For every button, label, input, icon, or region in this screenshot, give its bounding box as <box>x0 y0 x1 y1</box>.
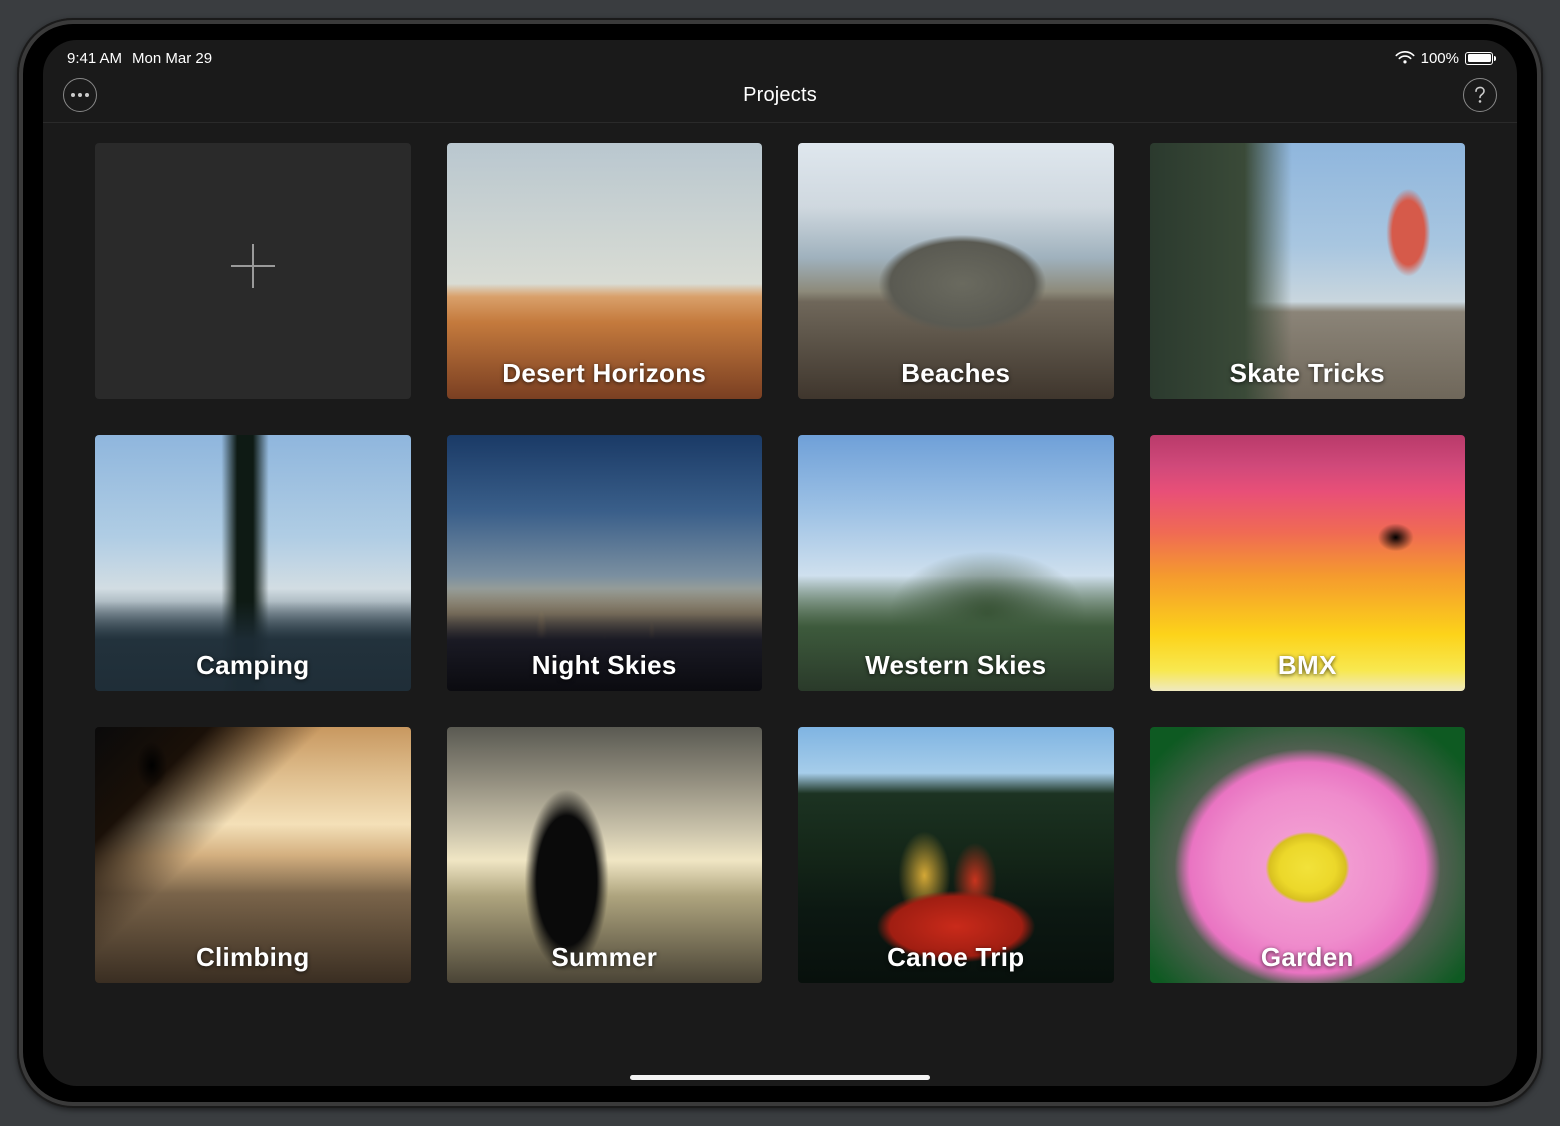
plus-icon <box>225 238 281 304</box>
ellipsis-icon <box>70 92 90 98</box>
page-title: Projects <box>97 84 1463 107</box>
project-tile[interactable]: Night Skies <box>447 435 763 691</box>
battery-icon <box>1465 52 1493 65</box>
more-button[interactable] <box>63 78 97 112</box>
project-tile[interactable]: Camping <box>95 435 411 691</box>
help-button[interactable] <box>1463 78 1497 112</box>
project-tile[interactable]: Skate Tricks <box>1150 143 1466 399</box>
project-tile[interactable]: Climbing <box>95 727 411 983</box>
project-tile[interactable]: Desert Horizons <box>447 143 763 399</box>
status-right: 100% <box>1395 50 1493 67</box>
screen: 9:41 AM Mon Mar 29 100% <box>43 40 1517 1086</box>
ipad-frame: 9:41 AM Mon Mar 29 100% <box>17 18 1543 1108</box>
question-icon <box>1474 86 1486 104</box>
project-title: Night Skies <box>447 650 763 681</box>
project-title: BMX <box>1150 650 1466 681</box>
project-tile[interactable]: Western Skies <box>798 435 1114 691</box>
project-tile[interactable]: BMX <box>1150 435 1466 691</box>
project-title: Camping <box>95 650 411 681</box>
status-bar: 9:41 AM Mon Mar 29 100% <box>43 46 1517 70</box>
project-title: Canoe Trip <box>798 942 1114 973</box>
project-tile[interactable]: Canoe Trip <box>798 727 1114 983</box>
project-tile[interactable]: Summer <box>447 727 763 983</box>
project-title: Summer <box>447 942 763 973</box>
new-project-button[interactable] <box>95 143 411 399</box>
nav-bar: Projects <box>43 70 1517 123</box>
project-title: Skate Tricks <box>1150 358 1466 389</box>
battery-percent: 100% <box>1421 50 1459 67</box>
projects-scroll[interactable]: Desert Horizons Beaches Skate Tricks Campin… <box>43 123 1517 1086</box>
wifi-icon <box>1395 51 1415 65</box>
project-title: Beaches <box>798 358 1114 389</box>
projects-grid: Desert Horizons Beaches Skate Tricks Campin… <box>95 143 1465 983</box>
home-indicator[interactable] <box>630 1075 930 1080</box>
status-left: 9:41 AM Mon Mar 29 <box>67 50 212 67</box>
status-time: 9:41 AM <box>67 50 122 67</box>
project-title: Climbing <box>95 942 411 973</box>
status-date: Mon Mar 29 <box>132 50 212 67</box>
project-tile[interactable]: Beaches <box>798 143 1114 399</box>
project-title: Western Skies <box>798 650 1114 681</box>
project-title: Garden <box>1150 942 1466 973</box>
project-title: Desert Horizons <box>447 358 763 389</box>
project-tile[interactable]: Garden <box>1150 727 1466 983</box>
